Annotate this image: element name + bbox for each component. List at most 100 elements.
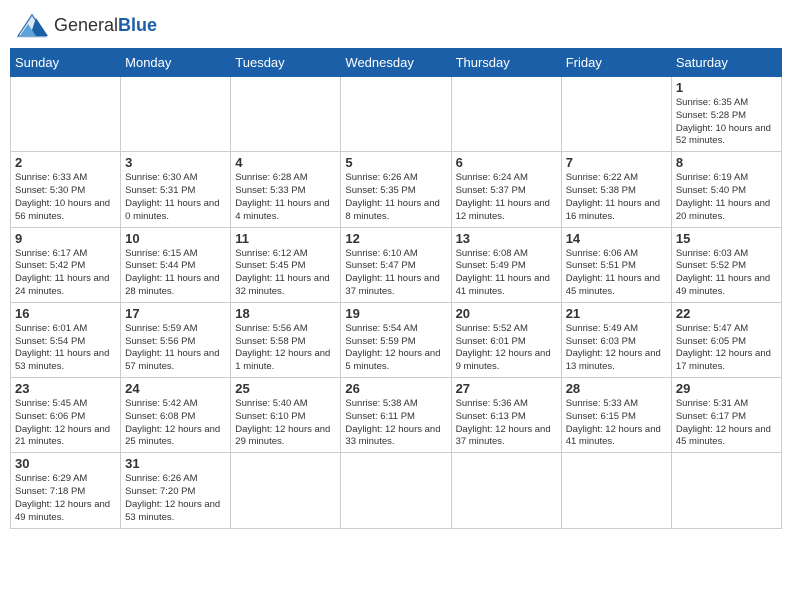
day-info: Sunrise: 6:10 AM Sunset: 5:47 PM Dayligh… bbox=[345, 248, 446, 299]
day-number: 16 bbox=[15, 306, 116, 321]
day-info: Sunrise: 6:35 AM Sunset: 5:28 PM Dayligh… bbox=[676, 97, 777, 148]
page-header: GeneralBlue bbox=[10, 10, 782, 40]
day-info: Sunrise: 5:36 AM Sunset: 6:13 PM Dayligh… bbox=[456, 398, 557, 449]
day-info: Sunrise: 6:12 AM Sunset: 5:45 PM Dayligh… bbox=[235, 248, 336, 299]
calendar-cell: 14Sunrise: 6:06 AM Sunset: 5:51 PM Dayli… bbox=[561, 227, 671, 302]
day-number: 22 bbox=[676, 306, 777, 321]
day-info: Sunrise: 6:01 AM Sunset: 5:54 PM Dayligh… bbox=[15, 323, 116, 374]
day-info: Sunrise: 5:52 AM Sunset: 6:01 PM Dayligh… bbox=[456, 323, 557, 374]
day-info: Sunrise: 5:40 AM Sunset: 6:10 PM Dayligh… bbox=[235, 398, 336, 449]
day-info: Sunrise: 5:33 AM Sunset: 6:15 PM Dayligh… bbox=[566, 398, 667, 449]
day-info: Sunrise: 6:22 AM Sunset: 5:38 PM Dayligh… bbox=[566, 172, 667, 223]
day-number: 23 bbox=[15, 381, 116, 396]
day-number: 1 bbox=[676, 80, 777, 95]
day-number: 3 bbox=[125, 155, 226, 170]
day-info: Sunrise: 6:03 AM Sunset: 5:52 PM Dayligh… bbox=[676, 248, 777, 299]
calendar-header-row: SundayMondayTuesdayWednesdayThursdayFrid… bbox=[11, 49, 782, 77]
calendar-cell bbox=[561, 453, 671, 528]
day-number: 13 bbox=[456, 231, 557, 246]
day-number: 15 bbox=[676, 231, 777, 246]
calendar-cell: 9 Sunrise: 6:17 AM Sunset: 5:42 PM Daylig… bbox=[11, 227, 121, 302]
day-info: Sunrise: 6:19 AM Sunset: 5:40 PM Dayligh… bbox=[676, 172, 777, 223]
day-number: 25 bbox=[235, 381, 336, 396]
calendar-cell bbox=[451, 77, 561, 152]
calendar-cell: 24Sunrise: 5:42 AM Sunset: 6:08 PM Dayli… bbox=[121, 378, 231, 453]
day-info: Sunrise: 6:26 AM Sunset: 5:35 PM Dayligh… bbox=[345, 172, 446, 223]
calendar-cell: 17Sunrise: 5:59 AM Sunset: 5:56 PM Dayli… bbox=[121, 302, 231, 377]
day-header-wednesday: Wednesday bbox=[341, 49, 451, 77]
day-info: Sunrise: 5:56 AM Sunset: 5:58 PM Dayligh… bbox=[235, 323, 336, 374]
calendar-cell: 19 Sunrise: 5:54 AM Sunset: 5:59 PM Dayli… bbox=[341, 302, 451, 377]
day-number: 29 bbox=[676, 381, 777, 396]
calendar-cell bbox=[671, 453, 781, 528]
calendar-cell: 7Sunrise: 6:22 AM Sunset: 5:38 PM Daylig… bbox=[561, 152, 671, 227]
day-number: 2 bbox=[15, 155, 116, 170]
logo-text: GeneralBlue bbox=[54, 15, 157, 36]
day-info: Sunrise: 5:47 AM Sunset: 6:05 PM Dayligh… bbox=[676, 323, 777, 374]
day-info: Sunrise: 6:33 AM Sunset: 5:30 PM Dayligh… bbox=[15, 172, 116, 223]
calendar-cell: 25 Sunrise: 5:40 AM Sunset: 6:10 PM Dayli… bbox=[231, 378, 341, 453]
calendar-cell: 27Sunrise: 5:36 AM Sunset: 6:13 PM Dayli… bbox=[451, 378, 561, 453]
calendar-cell bbox=[231, 453, 341, 528]
day-number: 30 bbox=[15, 456, 116, 471]
day-number: 5 bbox=[345, 155, 446, 170]
day-number: 26 bbox=[345, 381, 446, 396]
day-info: Sunrise: 6:15 AM Sunset: 5:44 PM Dayligh… bbox=[125, 248, 226, 299]
day-number: 19 bbox=[345, 306, 446, 321]
calendar-cell: 26 Sunrise: 5:38 AM Sunset: 6:11 PM Dayli… bbox=[341, 378, 451, 453]
day-number: 10 bbox=[125, 231, 226, 246]
calendar-cell bbox=[341, 77, 451, 152]
day-info: Sunrise: 5:38 AM Sunset: 6:11 PM Dayligh… bbox=[345, 398, 446, 449]
day-info: Sunrise: 6:28 AM Sunset: 5:33 PM Dayligh… bbox=[235, 172, 336, 223]
calendar-cell: 16 Sunrise: 6:01 AM Sunset: 5:54 PM Dayli… bbox=[11, 302, 121, 377]
calendar-cell: 8 Sunrise: 6:19 AM Sunset: 5:40 PM Daylig… bbox=[671, 152, 781, 227]
day-info: Sunrise: 5:45 AM Sunset: 6:06 PM Dayligh… bbox=[15, 398, 116, 449]
day-number: 6 bbox=[456, 155, 557, 170]
calendar-cell: 22 Sunrise: 5:47 AM Sunset: 6:05 PM Dayli… bbox=[671, 302, 781, 377]
calendar-cell: 3 Sunrise: 6:30 AM Sunset: 5:31 PM Daylig… bbox=[121, 152, 231, 227]
calendar-cell: 20Sunrise: 5:52 AM Sunset: 6:01 PM Dayli… bbox=[451, 302, 561, 377]
logo-icon bbox=[14, 10, 50, 40]
calendar-cell: 13 Sunrise: 6:08 AM Sunset: 5:49 PM Dayli… bbox=[451, 227, 561, 302]
calendar-cell: 30 Sunrise: 6:29 AM Sunset: 7:18 PM Dayli… bbox=[11, 453, 121, 528]
day-info: Sunrise: 5:31 AM Sunset: 6:17 PM Dayligh… bbox=[676, 398, 777, 449]
calendar-cell: 23 Sunrise: 5:45 AM Sunset: 6:06 PM Dayli… bbox=[11, 378, 121, 453]
calendar-cell: 12 Sunrise: 6:10 AM Sunset: 5:47 PM Dayli… bbox=[341, 227, 451, 302]
day-number: 4 bbox=[235, 155, 336, 170]
calendar-cell: 29 Sunrise: 5:31 AM Sunset: 6:17 PM Dayli… bbox=[671, 378, 781, 453]
calendar-cell: 4 Sunrise: 6:28 AM Sunset: 5:33 PM Daylig… bbox=[231, 152, 341, 227]
day-info: Sunrise: 5:54 AM Sunset: 5:59 PM Dayligh… bbox=[345, 323, 446, 374]
calendar-cell bbox=[341, 453, 451, 528]
day-info: Sunrise: 6:08 AM Sunset: 5:49 PM Dayligh… bbox=[456, 248, 557, 299]
calendar-cell: 10 Sunrise: 6:15 AM Sunset: 5:44 PM Dayli… bbox=[121, 227, 231, 302]
calendar-week-row: 2 Sunrise: 6:33 AM Sunset: 5:30 PM Daylig… bbox=[11, 152, 782, 227]
day-info: Sunrise: 6:24 AM Sunset: 5:37 PM Dayligh… bbox=[456, 172, 557, 223]
calendar-cell bbox=[121, 77, 231, 152]
day-header-tuesday: Tuesday bbox=[231, 49, 341, 77]
day-number: 18 bbox=[235, 306, 336, 321]
day-number: 11 bbox=[235, 231, 336, 246]
calendar-week-row: 30 Sunrise: 6:29 AM Sunset: 7:18 PM Dayli… bbox=[11, 453, 782, 528]
calendar-cell: 18 Sunrise: 5:56 AM Sunset: 5:58 PM Dayli… bbox=[231, 302, 341, 377]
calendar-cell bbox=[561, 77, 671, 152]
day-info: Sunrise: 6:17 AM Sunset: 5:42 PM Dayligh… bbox=[15, 248, 116, 299]
day-number: 12 bbox=[345, 231, 446, 246]
calendar-week-row: 23 Sunrise: 5:45 AM Sunset: 6:06 PM Dayli… bbox=[11, 378, 782, 453]
calendar-cell: 1 Sunrise: 6:35 AM Sunset: 5:28 PM Daylig… bbox=[671, 77, 781, 152]
day-number: 8 bbox=[676, 155, 777, 170]
logo: GeneralBlue bbox=[14, 10, 157, 40]
day-info: Sunrise: 6:06 AM Sunset: 5:51 PM Dayligh… bbox=[566, 248, 667, 299]
day-info: Sunrise: 5:42 AM Sunset: 6:08 PM Dayligh… bbox=[125, 398, 226, 449]
day-number: 31 bbox=[125, 456, 226, 471]
day-info: Sunrise: 6:30 AM Sunset: 5:31 PM Dayligh… bbox=[125, 172, 226, 223]
calendar-cell bbox=[11, 77, 121, 152]
day-info: Sunrise: 6:29 AM Sunset: 7:18 PM Dayligh… bbox=[15, 473, 116, 524]
day-header-sunday: Sunday bbox=[11, 49, 121, 77]
calendar-cell: 11 Sunrise: 6:12 AM Sunset: 5:45 PM Dayli… bbox=[231, 227, 341, 302]
calendar-cell: 2 Sunrise: 6:33 AM Sunset: 5:30 PM Daylig… bbox=[11, 152, 121, 227]
day-header-monday: Monday bbox=[121, 49, 231, 77]
day-info: Sunrise: 5:59 AM Sunset: 5:56 PM Dayligh… bbox=[125, 323, 226, 374]
day-header-thursday: Thursday bbox=[451, 49, 561, 77]
calendar-cell bbox=[231, 77, 341, 152]
day-number: 9 bbox=[15, 231, 116, 246]
